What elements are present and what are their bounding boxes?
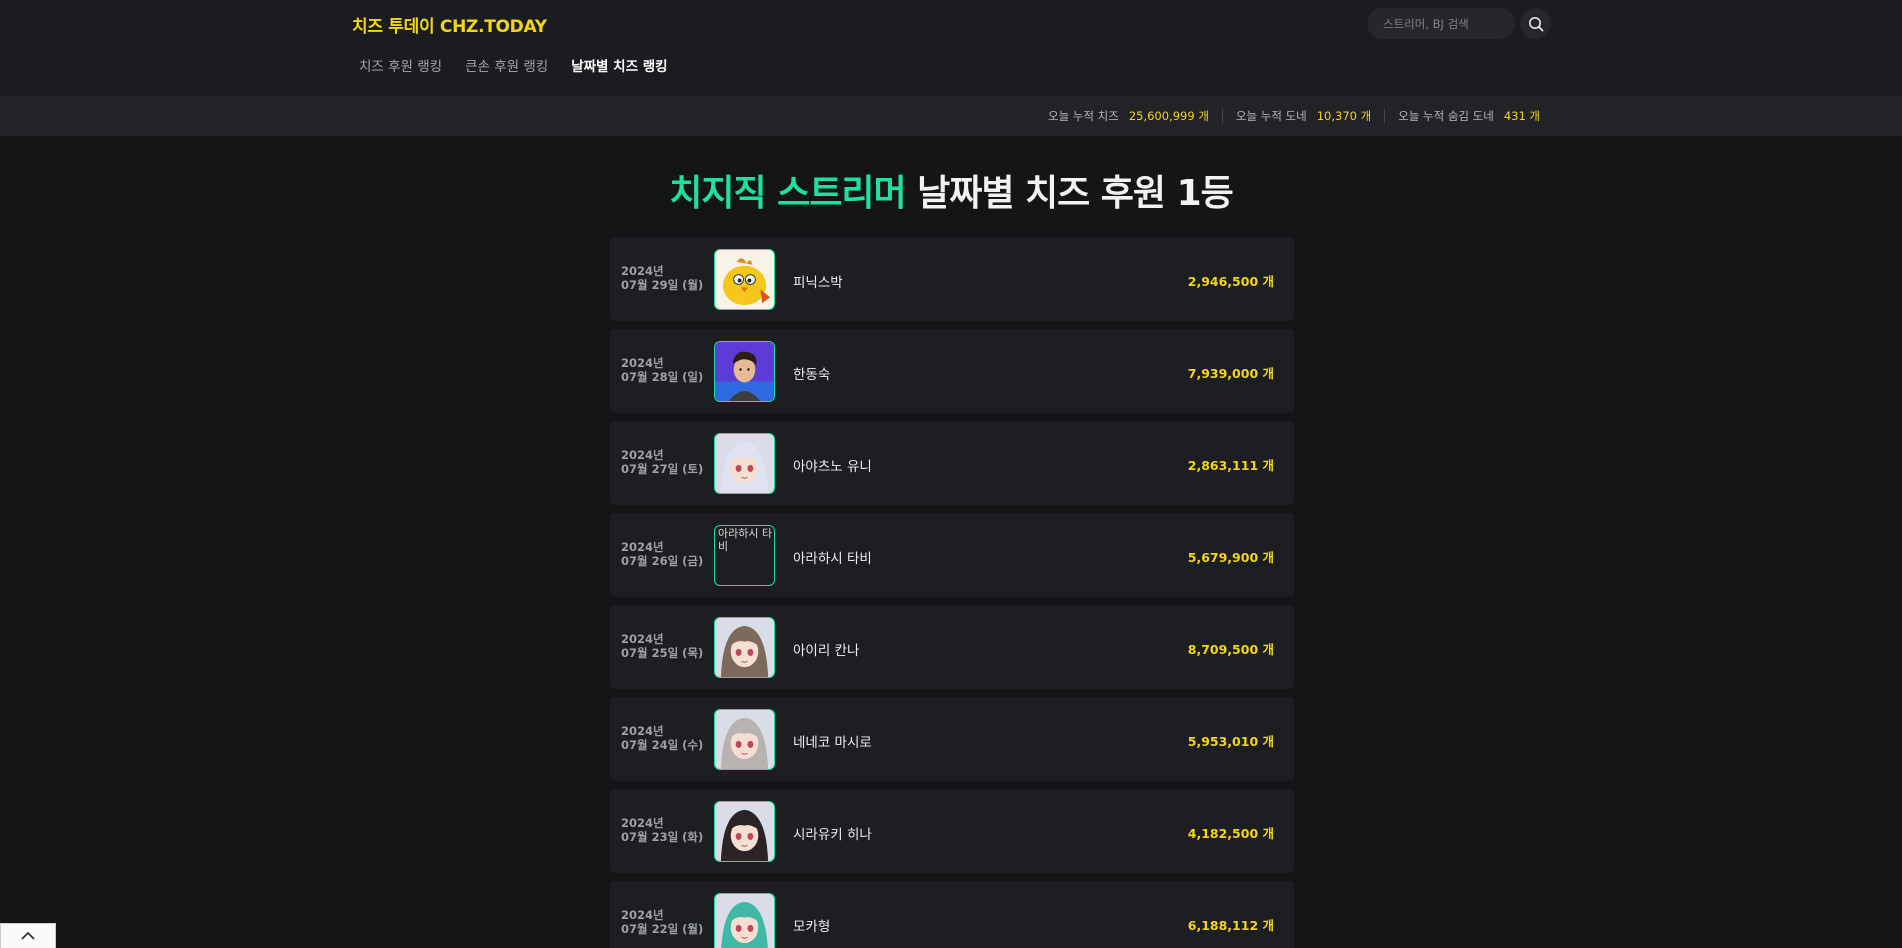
ranking-row[interactable]: 2024년 07월 22일 (월) 모카형 6,188,112 개 <box>610 881 1294 948</box>
stat-label: 오늘 누적 도네 <box>1235 109 1307 123</box>
ranking-day: 07월 23일 (화) <box>621 830 704 844</box>
cheese-amount: 7,939,000 개 <box>1187 366 1274 381</box>
page-title: 치지직 스트리머 날짜별 치즈 후원 1등 <box>0 164 1902 216</box>
stat-label: 오늘 누적 숨김 도네 <box>1398 109 1494 123</box>
ranking-day: 07월 28일 (일) <box>621 370 704 384</box>
ranking-row[interactable]: 2024년 07월 23일 (화) 시라유키 히나 4,182,500 개 <box>610 789 1294 873</box>
search-box <box>1367 8 1515 39</box>
ranking-date: 2024년 07월 29일 (월) <box>621 264 703 292</box>
main-nav: 치즈 후원 랭킹 큰손 후원 랭킹 날짜별 치즈 랭킹 <box>359 55 668 75</box>
streamer-name[interactable]: 아라하시 타비 <box>793 547 872 567</box>
site-logo[interactable]: 치즈 투데이 CHZ.TODAY <box>352 12 547 37</box>
scroll-to-top-button[interactable] <box>0 923 56 948</box>
ranking-year: 2024년 <box>621 632 664 646</box>
ranking-row[interactable]: 2024년 07월 27일 (토) 아야츠노 유니 2,863,111 개 <box>610 421 1294 505</box>
nav-cheese-donation-ranking[interactable]: 치즈 후원 랭킹 <box>359 55 442 75</box>
black-hair-character-icon[interactable] <box>714 801 775 862</box>
chevron-up-icon <box>21 931 35 940</box>
top-header: 치즈 투데이 CHZ.TODAY 치즈 후원 랭킹 큰손 후원 랭킹 날짜별 치… <box>0 0 1902 96</box>
ranking-day: 07월 27일 (토) <box>621 462 704 476</box>
ranking-day: 07월 29일 (월) <box>621 278 704 292</box>
today-stats-bar: 오늘 누적 치즈 25,600,999 개 오늘 누적 도네 10,370 개 … <box>0 96 1902 136</box>
ranking-year: 2024년 <box>621 356 664 370</box>
stat-value: 431 개 <box>1503 109 1540 123</box>
ranking-year: 2024년 <box>621 724 664 738</box>
stat-value: 10,370 개 <box>1316 109 1372 123</box>
ranking-year: 2024년 <box>621 264 664 278</box>
nav-big-donor-ranking[interactable]: 큰손 후원 랭킹 <box>465 55 548 75</box>
ranking-day: 07월 26일 (금) <box>621 554 704 568</box>
white-hair-character-icon[interactable] <box>714 433 775 494</box>
cheese-amount: 2,863,111 개 <box>1187 458 1274 473</box>
streamer-name[interactable]: 네네코 마시로 <box>793 731 872 751</box>
stat-label: 오늘 누적 치즈 <box>1048 109 1119 123</box>
nav-daily-cheese-ranking[interactable]: 날짜별 치즈 랭킹 <box>571 55 667 75</box>
cheese-amount: 8,709,500 개 <box>1187 642 1274 657</box>
streamer-name[interactable]: 시라유키 히나 <box>793 823 872 843</box>
ranking-date: 2024년 07월 24일 (수) <box>621 724 703 752</box>
ranking-date: 2024년 07월 26일 (금) <box>621 540 703 568</box>
streamer-name[interactable]: 아이리 칸나 <box>793 639 859 659</box>
ranking-date: 2024년 07월 25일 (목) <box>621 632 703 660</box>
stat-divider <box>1384 109 1386 123</box>
ranking-date: 2024년 07월 22일 (월) <box>621 908 703 936</box>
avatar-alt-text: 아라하시 타비 <box>718 527 773 553</box>
stat-value: 25,600,999 개 <box>1128 109 1209 123</box>
page-title-rest: 날짜별 치즈 후원 1등 <box>905 173 1234 214</box>
ranking-day: 07월 25일 (목) <box>621 646 704 660</box>
broken-image-icon[interactable]: 아라하시 타비 <box>714 525 775 586</box>
cheese-amount: 4,182,500 개 <box>1187 826 1274 841</box>
ranking-year: 2024년 <box>621 448 664 462</box>
ranking-year: 2024년 <box>621 908 664 922</box>
stats-group: 오늘 누적 치즈 25,600,999 개 오늘 누적 도네 10,370 개 … <box>1048 96 1540 136</box>
ranking-year: 2024년 <box>621 540 664 554</box>
search-input[interactable] <box>1367 8 1487 39</box>
streamer-name[interactable]: 피닉스박 <box>793 271 843 291</box>
stat-today-cheese: 오늘 누적 치즈 25,600,999 개 <box>1048 108 1209 124</box>
stat-today-donations: 오늘 누적 도네 10,370 개 <box>1236 108 1371 124</box>
ranking-date: 2024년 07월 28일 (일) <box>621 356 703 384</box>
streamer-name[interactable]: 모카형 <box>793 915 830 935</box>
grey-hair-character-icon[interactable] <box>714 709 775 770</box>
page-title-accent: 치지직 스트리머 <box>669 173 906 214</box>
ranking-row[interactable]: 2024년 07월 29일 (월) 피닉스박 2,946,500 개 <box>610 237 1294 321</box>
ranking-row[interactable]: 2024년 07월 25일 (목) 아이리 칸나 8,709,500 개 <box>610 605 1294 689</box>
teal-hair-character-icon[interactable] <box>714 893 775 948</box>
ranking-row[interactable]: 2024년 07월 24일 (수) 네네코 마시로 5,953,010 개 <box>610 697 1294 781</box>
brown-hair-character-icon[interactable] <box>714 617 775 678</box>
yellow-bird-icon[interactable] <box>714 249 775 310</box>
cheese-amount: 5,679,900 개 <box>1187 550 1274 565</box>
search-icon <box>1528 16 1543 31</box>
ranking-day: 07월 24일 (수) <box>621 738 704 752</box>
stat-today-hidden-donations: 오늘 누적 숨김 도네 431 개 <box>1398 108 1540 124</box>
cheese-amount: 2,946,500 개 <box>1187 274 1274 289</box>
cheese-amount: 5,953,010 개 <box>1187 734 1274 749</box>
search-button[interactable] <box>1520 8 1551 39</box>
streamer-name[interactable]: 아야츠노 유니 <box>793 455 872 475</box>
cheese-amount: 6,188,112 개 <box>1187 918 1274 933</box>
streamer-name[interactable]: 한동숙 <box>793 363 830 383</box>
daily-ranking-list: 2024년 07월 29일 (월) 피닉스박 2,946,500 개 2024년 07월 … <box>610 237 1294 948</box>
man-portrait-icon[interactable] <box>714 341 775 402</box>
ranking-day: 07월 22일 (월) <box>621 922 704 936</box>
ranking-row[interactable]: 2024년 07월 26일 (금) 아라하시 타비 아라하시 타비 5,679,900 … <box>610 513 1294 597</box>
ranking-year: 2024년 <box>621 816 664 830</box>
ranking-date: 2024년 07월 27일 (토) <box>621 448 703 476</box>
ranking-row[interactable]: 2024년 07월 28일 (일) 한동숙 7,939,000 개 <box>610 329 1294 413</box>
stat-divider <box>1221 109 1223 123</box>
ranking-date: 2024년 07월 23일 (화) <box>621 816 703 844</box>
